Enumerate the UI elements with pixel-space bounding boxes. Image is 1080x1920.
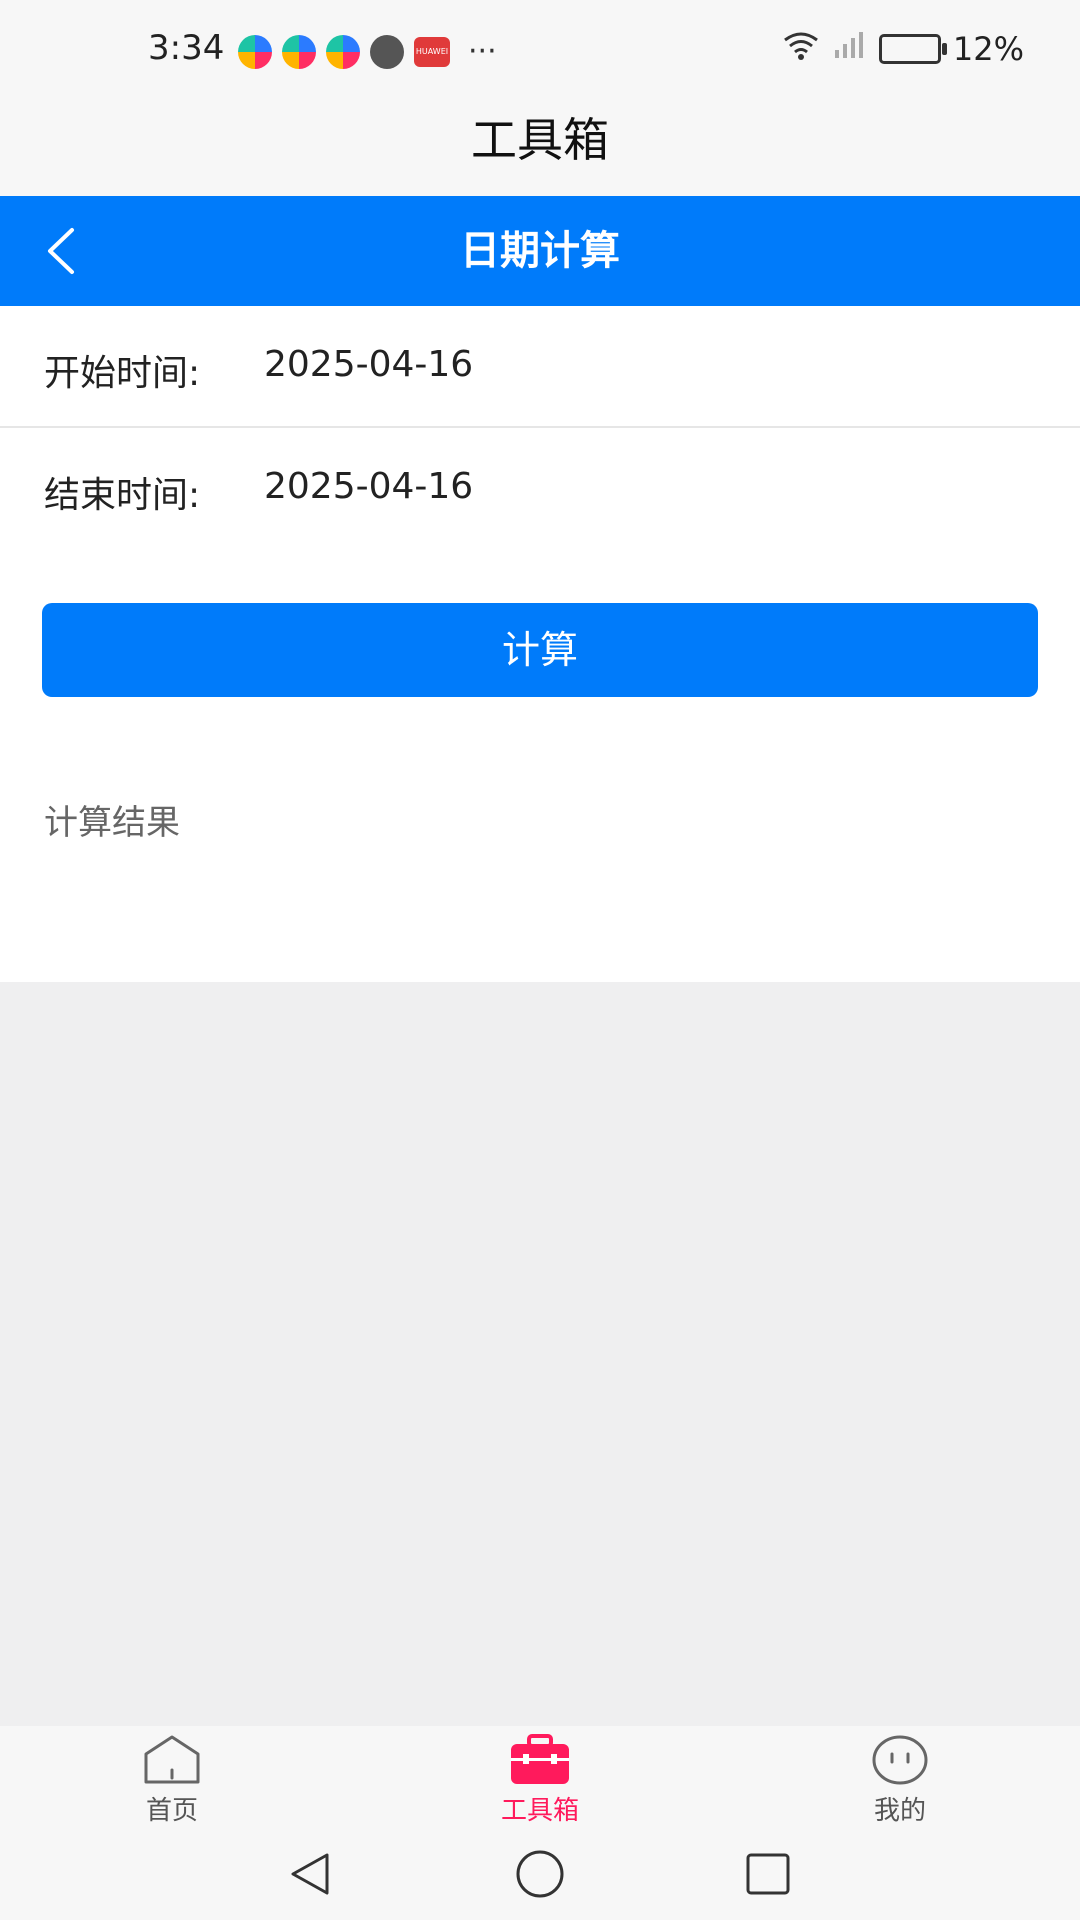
start-date-row[interactable]: 开始时间: 2025-04-16 — [0, 306, 1080, 428]
tab-mine[interactable]: 我的 — [800, 1726, 1000, 1826]
tab-toolbox-label: 工具箱 — [500, 1796, 579, 1826]
more-notifications-icon: ··· — [468, 34, 497, 69]
system-navigation-bar — [0, 1826, 1080, 1920]
empty-area — [0, 982, 1080, 1726]
app-title-bar: 工具箱 — [0, 100, 1080, 196]
battery-icon — [878, 34, 947, 64]
app-notification-icon — [326, 34, 360, 69]
start-date-value[interactable]: 2025-04-16 — [264, 344, 473, 385]
browser-notification-icon — [370, 34, 404, 69]
face-icon — [800, 1732, 1000, 1788]
app-title: 工具箱 — [471, 113, 609, 167]
wifi-icon — [781, 30, 821, 68]
tab-home-label: 首页 — [145, 1796, 198, 1826]
system-recent-apps-icon[interactable] — [738, 1844, 798, 1904]
toolbox-icon — [440, 1732, 640, 1788]
tab-mine-label: 我的 — [873, 1796, 926, 1826]
status-time: 3:34 — [148, 28, 225, 68]
battery-percent: 12% — [952, 30, 1024, 68]
start-date-label: 开始时间: — [44, 353, 201, 394]
tab-home[interactable]: 首页 — [72, 1726, 272, 1826]
result-label: 计算结果 — [44, 803, 180, 843]
bottom-tab-bar: 首页 工具箱 我的 — [0, 1726, 1080, 1826]
system-home-icon[interactable] — [510, 1844, 570, 1904]
app-notification-icon — [282, 34, 316, 69]
end-date-row[interactable]: 结束时间: 2025-04-16 — [0, 428, 1080, 548]
calculate-button[interactable]: 计算 — [42, 603, 1038, 697]
nav-bar: 日期计算 — [0, 196, 1080, 306]
notification-icons: HUAWEI ··· — [238, 34, 497, 69]
app-notification-icon — [238, 34, 272, 69]
system-status: 12% — [781, 30, 1024, 68]
home-icon — [72, 1732, 272, 1788]
status-bar: 3:34 HUAWEI ··· 12% — [0, 0, 1080, 100]
tab-toolbox[interactable]: 工具箱 — [440, 1726, 640, 1826]
end-date-value[interactable]: 2025-04-16 — [264, 466, 473, 507]
end-date-label: 结束时间: — [44, 475, 201, 516]
signal-icon — [833, 30, 867, 68]
system-back-icon[interactable] — [280, 1844, 340, 1904]
page-title: 日期计算 — [460, 228, 620, 274]
huawei-notification-icon: HUAWEI — [414, 36, 450, 67]
